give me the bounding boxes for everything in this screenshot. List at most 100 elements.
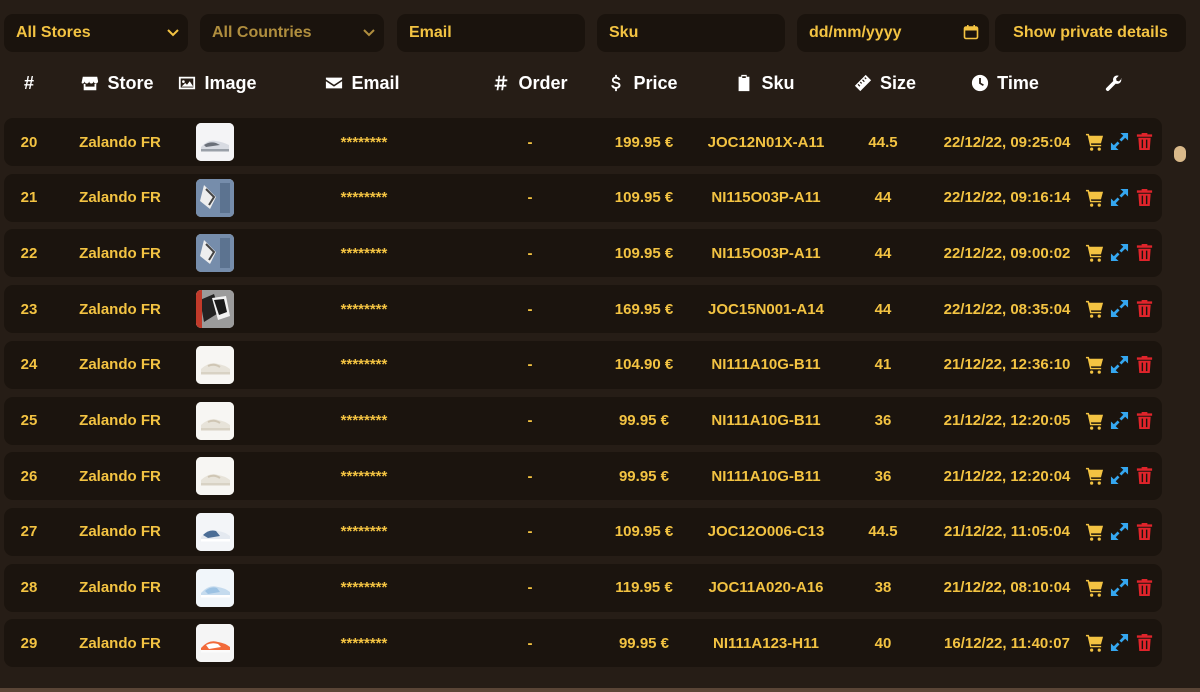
table-row[interactable]: 23 Zalando FR ******** - 169.95 € JOC15N001-A… — [4, 285, 1162, 334]
col-header-size[interactable]: Size — [840, 64, 930, 102]
trash-icon[interactable] — [1135, 578, 1154, 597]
col-header-size-label: Size — [879, 72, 917, 93]
cell-size: 44 — [874, 189, 892, 207]
scrollbar-track[interactable] — [1172, 118, 1188, 678]
store-select[interactable]: All Stores — [4, 14, 188, 52]
cart-icon[interactable] — [1085, 522, 1104, 541]
chevron-down-icon — [363, 29, 375, 37]
cell-order: - — [527, 244, 533, 262]
product-image[interactable] — [196, 401, 234, 440]
trash-icon[interactable] — [1135, 299, 1154, 318]
col-header-sku[interactable]: Sku — [715, 64, 815, 102]
cell-time: 22/12/22, 09:25:04 — [943, 133, 1071, 151]
cart-icon[interactable] — [1085, 243, 1104, 263]
cell-email: ******** — [340, 523, 388, 541]
expand-icon[interactable] — [1110, 132, 1129, 151]
cell-store: Zalando FR — [79, 300, 161, 318]
expand-icon[interactable] — [1110, 299, 1129, 318]
trash-icon[interactable] — [1135, 411, 1154, 430]
expand-icon[interactable] — [1110, 188, 1129, 207]
cart-icon[interactable] — [1085, 466, 1104, 485]
expand-icon[interactable] — [1110, 633, 1129, 652]
col-header-image[interactable]: Image — [170, 64, 265, 102]
cell-time: 21/12/22, 12:20:05 — [943, 412, 1071, 429]
cart-icon[interactable] — [1085, 188, 1104, 207]
col-header-email[interactable]: Email — [310, 64, 415, 102]
country-select-value: All Countries — [212, 24, 312, 41]
cart-icon[interactable] — [1085, 411, 1104, 430]
table-row[interactable]: 24 Zalando FR ******** - 104.90 € NI111A10G-B… — [4, 340, 1162, 389]
cart-icon[interactable] — [1085, 355, 1104, 374]
col-header-time-label: Time — [997, 72, 1039, 93]
cell-order: - — [527, 412, 533, 429]
table-row[interactable]: 22 Zalando FR ******** - 109.95 € NI115O03P-A… — [4, 229, 1162, 278]
product-image[interactable] — [196, 234, 234, 273]
table-row[interactable]: 25 Zalando FR ******** - 99.95 € NI111A10G-B1… — [4, 396, 1162, 445]
expand-icon[interactable] — [1110, 522, 1129, 541]
product-image[interactable] — [196, 568, 234, 607]
sku-filter-input[interactable]: Sku — [597, 14, 785, 52]
email-filter-input[interactable]: Email — [397, 14, 585, 52]
cell-order: - — [527, 467, 533, 485]
cell-store: Zalando FR — [79, 244, 161, 262]
product-image[interactable] — [196, 512, 234, 551]
table-row[interactable]: 29 Zalando FR ******** - 99.95 € NI111A123-H1… — [4, 619, 1162, 668]
cell-size: 44.5 — [868, 133, 898, 151]
cart-icon[interactable] — [1085, 299, 1104, 318]
cell-num: 28 — [20, 579, 38, 597]
table-header: # Store Image Email Order Price Sku Size… — [0, 64, 1170, 102]
col-header-time[interactable]: Time — [950, 64, 1060, 102]
cell-size: 38 — [874, 579, 892, 597]
cell-order: - — [527, 300, 533, 318]
trash-icon[interactable] — [1135, 522, 1154, 541]
app-frame: All Stores All Countries Email Sku dd/mm… — [0, 0, 1200, 692]
trash-icon[interactable] — [1135, 243, 1154, 262]
expand-icon[interactable] — [1110, 243, 1129, 262]
cell-num: 26 — [20, 467, 38, 485]
cart-icon[interactable] — [1085, 633, 1104, 653]
col-header-order[interactable]: Order — [480, 64, 580, 102]
table-row[interactable]: 28 Zalando FR ******** - 119.95 € JOC11A020-A… — [4, 563, 1162, 612]
cell-time: 21/12/22, 12:36:10 — [943, 356, 1071, 374]
product-image[interactable] — [196, 345, 234, 384]
trash-icon[interactable] — [1135, 633, 1154, 652]
trash-icon[interactable] — [1135, 188, 1154, 207]
cell-num: 29 — [20, 634, 38, 652]
row-actions — [1085, 355, 1154, 375]
cell-sku: NI111A123-H11 — [713, 634, 819, 652]
product-image[interactable] — [196, 457, 234, 496]
trash-icon[interactable] — [1135, 355, 1154, 374]
expand-icon[interactable] — [1110, 578, 1129, 597]
product-image[interactable] — [196, 123, 234, 161]
cell-store: Zalando FR — [79, 356, 161, 374]
table-row[interactable]: 21 Zalando FR ******** - 109.95 € NI115O03P-A… — [4, 173, 1162, 222]
expand-icon[interactable] — [1110, 466, 1129, 485]
trash-icon[interactable] — [1135, 132, 1154, 151]
expand-icon[interactable] — [1110, 411, 1129, 430]
expand-icon[interactable] — [1110, 355, 1129, 374]
product-image[interactable] — [196, 624, 234, 663]
table-row[interactable]: 20 Zalando FR ******** - 199.95 € JOC12N01X-A… — [4, 118, 1162, 166]
country-select[interactable]: All Countries — [200, 14, 384, 52]
table-row[interactable]: 27 Zalando FR ******** - 109.95 € JOC12O006-C… — [4, 507, 1162, 556]
cell-time: 21/12/22, 11:05:04 — [944, 523, 1070, 541]
cart-icon[interactable] — [1085, 132, 1104, 151]
date-filter-input[interactable]: dd/mm/yyyy — [797, 14, 989, 52]
cart-icon[interactable] — [1085, 578, 1104, 597]
table-row[interactable]: 26 Zalando FR ******** - 99.95 € NI111A10G-B1… — [4, 452, 1162, 501]
row-actions — [1085, 132, 1154, 152]
col-header-store[interactable]: Store — [70, 64, 165, 102]
product-image[interactable] — [196, 290, 234, 329]
trash-icon[interactable] — [1135, 466, 1154, 485]
cell-num: 24 — [20, 356, 38, 374]
row-actions — [1085, 522, 1154, 542]
col-header-price[interactable]: Price — [595, 64, 690, 102]
product-image[interactable] — [196, 178, 234, 217]
show-private-details-button[interactable]: Show private details — [995, 14, 1186, 52]
col-header-num[interactable]: # — [4, 64, 54, 102]
scrollbar-thumb[interactable] — [1174, 146, 1186, 162]
cell-num: 27 — [20, 523, 38, 541]
calendar-icon[interactable] — [963, 24, 979, 40]
cell-price: 99.95 € — [618, 412, 670, 429]
cell-price: 169.95 € — [614, 300, 674, 318]
